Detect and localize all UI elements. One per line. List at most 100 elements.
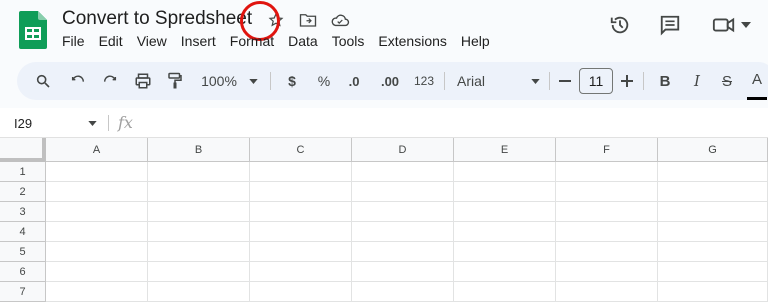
- text-color-button[interactable]: A: [747, 62, 767, 100]
- grid-cell[interactable]: [250, 162, 352, 182]
- percent-format-button[interactable]: %: [313, 62, 335, 100]
- grid-cell[interactable]: [148, 182, 250, 202]
- grid-cell[interactable]: [148, 202, 250, 222]
- bold-button[interactable]: B: [655, 62, 675, 100]
- grid-cell[interactable]: [658, 242, 768, 262]
- grid-cell[interactable]: [352, 202, 454, 222]
- menu-format[interactable]: Format: [230, 33, 274, 49]
- grid-cell[interactable]: [454, 262, 556, 282]
- grid-cell[interactable]: [352, 162, 454, 182]
- grid-cell[interactable]: [250, 282, 352, 302]
- column-header[interactable]: F: [556, 138, 658, 162]
- move-folder-icon[interactable]: [298, 10, 318, 30]
- grid-cell[interactable]: [46, 202, 148, 222]
- column-header[interactable]: E: [454, 138, 556, 162]
- row-header[interactable]: 1: [0, 162, 46, 182]
- grid-cell[interactable]: [148, 162, 250, 182]
- meet-dropdown-caret-icon[interactable]: [738, 12, 754, 38]
- grid-cell[interactable]: [658, 202, 768, 222]
- grid-cell[interactable]: [658, 162, 768, 182]
- zoom-value[interactable]: 100%: [197, 62, 241, 100]
- menu-insert[interactable]: Insert: [181, 33, 216, 49]
- italic-button[interactable]: I: [687, 62, 707, 100]
- font-size-input[interactable]: 11: [579, 68, 613, 94]
- decrease-decimal-button[interactable]: .0: [343, 62, 365, 100]
- strikethrough-button[interactable]: S: [717, 62, 737, 100]
- grid-cell[interactable]: [556, 162, 658, 182]
- name-box[interactable]: I29: [14, 116, 32, 131]
- row-header[interactable]: 7: [0, 282, 46, 302]
- grid-cell[interactable]: [352, 262, 454, 282]
- font-dropdown-caret-icon[interactable]: [527, 62, 543, 100]
- column-header[interactable]: B: [148, 138, 250, 162]
- grid-cell[interactable]: [454, 282, 556, 302]
- grid-cell[interactable]: [556, 222, 658, 242]
- grid-cell[interactable]: [352, 222, 454, 242]
- column-header[interactable]: C: [250, 138, 352, 162]
- zoom-dropdown-caret-icon[interactable]: [245, 62, 261, 100]
- sheets-logo-icon[interactable]: [19, 11, 47, 49]
- grid-cell[interactable]: [352, 242, 454, 262]
- grid-cell[interactable]: [250, 182, 352, 202]
- grid-cell[interactable]: [352, 282, 454, 302]
- grid-cell[interactable]: [454, 222, 556, 242]
- select-all-corner[interactable]: [0, 138, 46, 162]
- grid-cell[interactable]: [556, 262, 658, 282]
- paint-format-icon[interactable]: [163, 62, 187, 100]
- redo-icon[interactable]: [99, 62, 121, 100]
- more-formats-button[interactable]: 123: [409, 62, 439, 100]
- menu-view[interactable]: View: [137, 33, 167, 49]
- cloud-saved-icon[interactable]: [330, 10, 350, 30]
- grid-cell[interactable]: [250, 202, 352, 222]
- grid-cell[interactable]: [148, 282, 250, 302]
- undo-icon[interactable]: [67, 62, 89, 100]
- grid-cell[interactable]: [250, 262, 352, 282]
- row-header[interactable]: 4: [0, 222, 46, 242]
- column-header[interactable]: D: [352, 138, 454, 162]
- grid-cell[interactable]: [46, 222, 148, 242]
- print-icon[interactable]: [131, 62, 155, 100]
- grid-cell[interactable]: [454, 162, 556, 182]
- grid-cell[interactable]: [658, 282, 768, 302]
- grid-cell[interactable]: [148, 262, 250, 282]
- grid-cell[interactable]: [250, 222, 352, 242]
- grid-cell[interactable]: [658, 222, 768, 242]
- search-menus-icon[interactable]: [31, 62, 55, 100]
- name-box-caret-icon[interactable]: [88, 118, 97, 129]
- column-header[interactable]: G: [658, 138, 768, 162]
- menu-extensions[interactable]: Extensions: [378, 33, 446, 49]
- grid-cell[interactable]: [454, 182, 556, 202]
- meet-video-icon[interactable]: [711, 12, 737, 38]
- increase-decimal-button[interactable]: .00: [375, 62, 405, 100]
- menu-help[interactable]: Help: [461, 33, 490, 49]
- menu-file[interactable]: File: [62, 33, 85, 49]
- menu-data[interactable]: Data: [288, 33, 318, 49]
- grid-cell[interactable]: [148, 242, 250, 262]
- document-title[interactable]: Convert to Spredsheet: [62, 8, 252, 30]
- decrease-font-size-icon[interactable]: [555, 62, 575, 100]
- row-header[interactable]: 3: [0, 202, 46, 222]
- grid-cell[interactable]: [454, 242, 556, 262]
- version-history-icon[interactable]: [607, 12, 633, 38]
- grid-cell[interactable]: [46, 242, 148, 262]
- grid-cell[interactable]: [556, 202, 658, 222]
- grid-cell[interactable]: [556, 182, 658, 202]
- menu-tools[interactable]: Tools: [332, 33, 365, 49]
- increase-font-size-icon[interactable]: [617, 62, 637, 100]
- column-header[interactable]: A: [46, 138, 148, 162]
- menu-edit[interactable]: Edit: [99, 33, 123, 49]
- currency-format-button[interactable]: $: [281, 62, 303, 100]
- grid-cell[interactable]: [46, 162, 148, 182]
- grid-cell[interactable]: [556, 282, 658, 302]
- grid-cell[interactable]: [352, 182, 454, 202]
- grid-cell[interactable]: [658, 262, 768, 282]
- row-header[interactable]: 6: [0, 262, 46, 282]
- font-family-select[interactable]: Arial: [455, 62, 535, 100]
- grid-cell[interactable]: [46, 182, 148, 202]
- grid-cell[interactable]: [46, 262, 148, 282]
- grid-cell[interactable]: [454, 202, 556, 222]
- grid-cell[interactable]: [46, 282, 148, 302]
- grid-cell[interactable]: [556, 242, 658, 262]
- comments-icon[interactable]: [657, 12, 683, 38]
- grid-cell[interactable]: [148, 222, 250, 242]
